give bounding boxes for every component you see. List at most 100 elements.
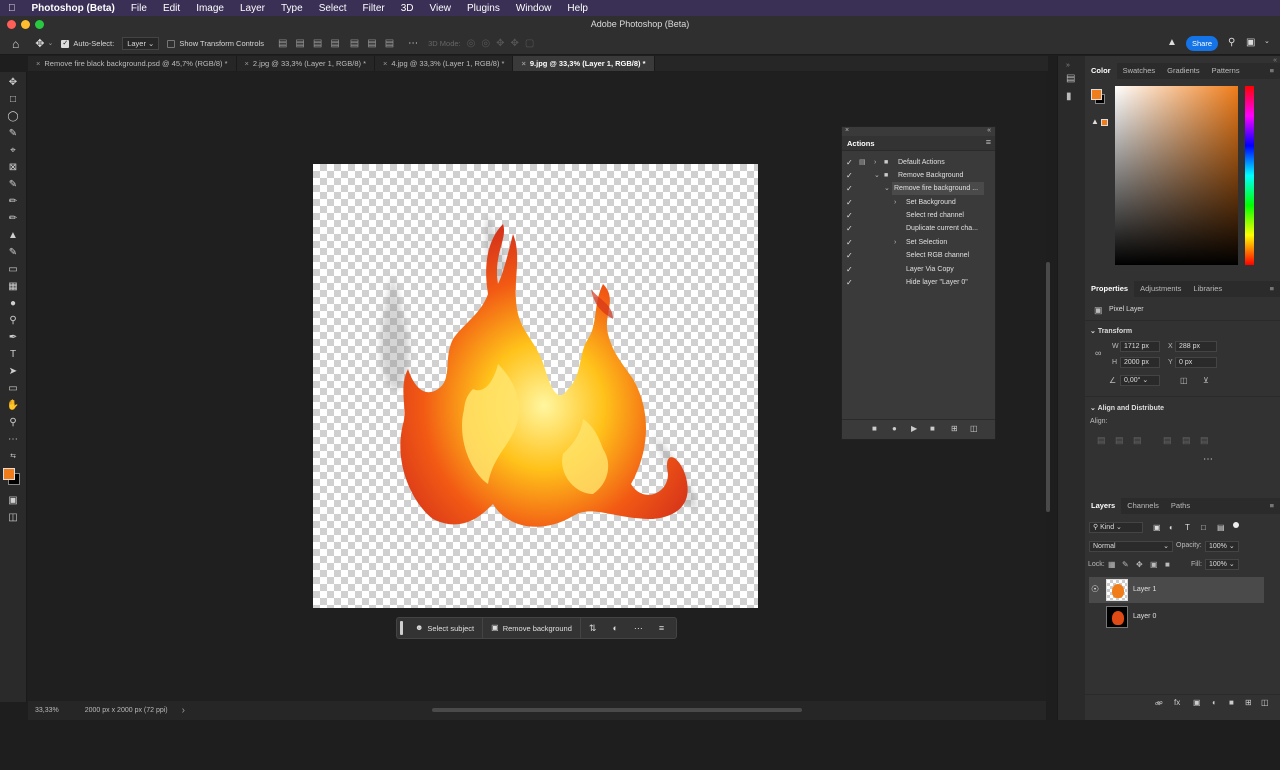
align-bottom-icon[interactable]: ▤ <box>367 38 376 49</box>
trash-icon[interactable]: ◫ <box>970 424 978 433</box>
check-icon[interactable]: ✓ <box>846 169 853 182</box>
crop-tool-icon[interactable]: ⌖ <box>6 144 20 158</box>
menu-filter[interactable]: Filter <box>354 3 392 14</box>
flip-vertical-icon[interactable]: ⊻ <box>1203 376 1209 385</box>
vertical-scrollbar[interactable] <box>1046 262 1050 512</box>
height-field[interactable]: 2000 px <box>1120 357 1160 368</box>
layer-filter-dropdown[interactable]: ⚲ Kind ⌄ <box>1089 522 1143 533</box>
horizontal-scrollbar[interactable] <box>432 708 802 712</box>
chevron-right-icon[interactable]: › <box>894 196 896 209</box>
transform-button[interactable]: ⇅ <box>579 617 605 639</box>
swap-colors-icon[interactable]: ⇆ <box>6 450 20 464</box>
close-icon[interactable]: × <box>383 59 387 68</box>
trash-icon[interactable]: ◫ <box>1261 698 1269 707</box>
screen-mode-icon[interactable]: ◫ <box>6 511 20 525</box>
comments-panel-icon[interactable]: ▮ <box>1066 91 1072 102</box>
action-step[interactable]: ✓ Select red channel <box>842 209 987 222</box>
tab-paths[interactable]: Paths <box>1165 498 1196 514</box>
align-right-edges-icon[interactable]: ▤ <box>1133 435 1142 446</box>
action-step[interactable]: ✓ › Set Background <box>842 196 987 209</box>
collapse-icon[interactable]: » <box>1066 62 1070 69</box>
gamut-warning-icon[interactable]: ▲ <box>1091 117 1099 126</box>
align-vertical-centers-icon[interactable]: ▤ <box>1182 435 1191 446</box>
tab-doc-1[interactable]: × Remove fire black background.psd @ 45,7… <box>28 56 237 71</box>
more-options-icon[interactable]: ⋯ <box>1203 454 1213 465</box>
clone-stamp-icon[interactable]: ▲ <box>6 229 20 243</box>
align-left-icon[interactable]: ▤ <box>278 38 287 49</box>
more-options-icon[interactable]: ⋯ <box>408 38 418 49</box>
filter-shape-icon[interactable]: □ <box>1201 523 1206 532</box>
marquee-tool-icon[interactable]: □ <box>6 93 20 107</box>
new-set-folder-icon[interactable]: ■ <box>930 424 935 433</box>
filter-pixel-icon[interactable]: ▣ <box>1153 523 1161 532</box>
chevron-right-icon[interactable]: › <box>182 705 185 716</box>
check-icon[interactable]: ✓ <box>846 156 853 169</box>
flip-horizontal-icon[interactable]: ◫ <box>1180 376 1188 385</box>
align-top-edges-icon[interactable]: ▤ <box>1163 435 1172 446</box>
menu-image[interactable]: Image <box>188 3 232 14</box>
tab-doc-4[interactable]: × 9.jpg @ 33,3% (Layer 1, RGB/8) * <box>513 56 655 71</box>
hand-tool-icon[interactable]: ✋ <box>6 399 20 413</box>
filter-type-icon[interactable]: T <box>1185 523 1190 532</box>
add-mask-icon[interactable]: ▣ <box>1193 698 1201 707</box>
close-icon[interactable]: × <box>845 127 849 134</box>
check-icon[interactable]: ✓ <box>846 263 853 276</box>
check-icon[interactable]: ✓ <box>846 236 853 249</box>
tab-properties[interactable]: Properties <box>1085 281 1135 297</box>
lock-image-icon[interactable]: ✎ <box>1122 560 1129 569</box>
tab-doc-2[interactable]: × 2.jpg @ 33,3% (Layer 1, RGB/8) * <box>237 56 375 71</box>
transform-section-title[interactable]: ⌄ Transform <box>1090 327 1132 335</box>
remove-background-button[interactable]: ▣ Remove background <box>482 617 580 639</box>
menu-select[interactable]: Select <box>311 3 355 14</box>
dodge-tool-icon[interactable]: ⚲ <box>6 314 20 328</box>
chevron-right-icon[interactable]: › <box>874 156 876 169</box>
blur-tool-icon[interactable]: ● <box>6 297 20 311</box>
move-tool-icon[interactable]: ✥ <box>6 76 20 90</box>
zoom-tool-icon[interactable]: ⚲ <box>6 416 20 430</box>
lock-transparent-icon[interactable]: ▦ <box>1108 560 1116 569</box>
quick-mask-icon[interactable]: ▣ <box>6 494 20 508</box>
lasso-tool-icon[interactable]: ◯ <box>6 110 20 124</box>
close-window-button[interactable] <box>7 20 16 29</box>
minimize-window-button[interactable] <box>21 20 30 29</box>
tab-color[interactable]: Color <box>1085 63 1117 79</box>
share-button[interactable]: Share <box>1186 36 1218 51</box>
new-layer-icon[interactable]: ⊞ <box>1245 698 1252 707</box>
align-top-icon[interactable]: ▤ <box>330 38 339 49</box>
play-icon[interactable]: ▶ <box>911 424 917 433</box>
home-icon[interactable]: ⌂ <box>12 38 19 50</box>
zoom-window-button[interactable] <box>35 20 44 29</box>
chevron-down-icon[interactable]: ⌄ <box>1264 37 1270 47</box>
y-field[interactable]: 0 px <box>1175 357 1217 368</box>
history-panel-icon[interactable]: ▤ <box>1066 73 1075 84</box>
drag-handle[interactable] <box>400 621 403 635</box>
hue-slider[interactable] <box>1245 86 1254 265</box>
lock-artboard-icon[interactable]: ▣ <box>1150 560 1158 569</box>
layer-name[interactable]: Layer 1 <box>1133 586 1156 593</box>
web-color-swatch[interactable] <box>1101 119 1108 126</box>
lock-all-icon[interactable]: ■ <box>1165 560 1170 569</box>
chevron-down-icon[interactable]: ⌄ <box>884 182 890 195</box>
select-subject-button[interactable]: ☻ Select subject <box>407 617 482 639</box>
align-horizontal-centers-icon[interactable]: ▤ <box>1115 435 1124 446</box>
adjustment-layer-icon[interactable]: ◐ <box>1212 698 1217 707</box>
align-section-title[interactable]: ⌄ Align and Distribute <box>1090 404 1164 412</box>
action-step[interactable]: ✓ Duplicate current cha... <box>842 222 987 235</box>
record-icon[interactable]: ● <box>892 424 897 433</box>
filter-smart-object-icon[interactable]: ▤ <box>1217 523 1225 532</box>
quick-selection-icon[interactable]: ✎ <box>6 127 20 141</box>
panel-menu-icon[interactable]: ≡ <box>1264 281 1280 297</box>
check-icon[interactable]: ✓ <box>846 249 853 262</box>
rectangle-tool-icon[interactable]: ▭ <box>6 382 20 396</box>
menu-view[interactable]: View <box>422 3 460 14</box>
fill-field[interactable]: 100% ⌄ <box>1205 559 1239 570</box>
eyedropper-icon[interactable]: ✎ <box>6 178 20 192</box>
zoom-level[interactable]: 33,33% <box>35 707 59 714</box>
new-action-icon[interactable]: ⊞ <box>951 424 958 433</box>
lock-position-icon[interactable]: ✥ <box>1136 560 1143 569</box>
history-brush-icon[interactable]: ✎ <box>6 246 20 260</box>
search-icon[interactable]: ⚲ <box>1228 38 1235 48</box>
width-field[interactable]: 1712 px <box>1120 341 1160 352</box>
collapse-icon[interactable]: « <box>987 127 991 134</box>
menu-layer[interactable]: Layer <box>232 3 273 14</box>
